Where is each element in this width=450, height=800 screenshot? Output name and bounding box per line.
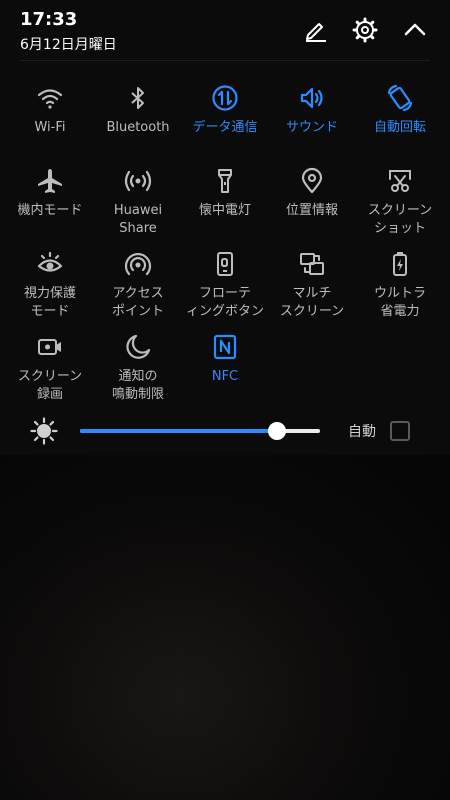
edit-button[interactable]	[300, 15, 330, 45]
tile-screen-record[interactable]: スクリーン 録画	[6, 332, 94, 404]
sound-icon	[297, 83, 327, 113]
auto-brightness-checkbox[interactable]	[390, 421, 410, 441]
wifi-icon	[35, 83, 65, 113]
tile-floating-dock[interactable]: フローテ ィングボタン	[181, 249, 269, 321]
tile-label: NFC	[211, 369, 239, 384]
brightness-slider-thumb[interactable]	[267, 422, 286, 440]
tile-airplane-mode[interactable]: 機内モード	[6, 166, 94, 220]
tile-label: マルチ スクリーン	[279, 286, 345, 319]
floating-dock-icon	[210, 249, 240, 279]
screenshot-icon	[385, 166, 415, 196]
brightness-slider-fill	[80, 429, 277, 433]
tile-label: Huawei Share	[113, 203, 163, 236]
settings-button[interactable]	[350, 15, 380, 45]
date-label: 6月12日月曜日	[20, 37, 117, 53]
tile-sound[interactable]: サウンド	[268, 83, 356, 137]
tile-auto-rotate[interactable]: 自動回転	[356, 83, 444, 137]
tile-ultra-power-saving[interactable]: ウルトラ 省電力	[356, 249, 444, 321]
mobile-data-icon	[210, 83, 240, 113]
tile-wifi[interactable]: Wi-Fi	[6, 83, 94, 137]
tile-label: データ通信	[192, 120, 258, 135]
auto-rotate-icon	[385, 83, 415, 113]
eye-comfort-icon	[35, 249, 65, 279]
tile-label: 懐中電灯	[198, 203, 251, 218]
tile-label: 機内モード	[17, 203, 83, 218]
tile-label: スクリーン ショット	[367, 203, 433, 236]
clock-time: 17:33	[20, 9, 78, 30]
huawei-share-icon	[123, 166, 153, 196]
bluetooth-icon	[123, 83, 153, 113]
tile-nfc[interactable]: NFC	[181, 332, 269, 386]
settings-gear-icon	[352, 17, 378, 43]
header-divider	[20, 60, 430, 61]
tile-label: Bluetooth	[106, 120, 170, 135]
multi-screen-icon	[297, 249, 327, 279]
tile-screenshot[interactable]: スクリーン ショット	[356, 166, 444, 238]
nfc-icon	[210, 332, 240, 362]
tile-mobile-data[interactable]: データ通信	[181, 83, 269, 137]
tile-location[interactable]: 位置情報	[268, 166, 356, 220]
quick-settings-panel: 17:33 6月12日月曜日 Wi-Fi Bluetooth データ通信 サウン…	[0, 0, 450, 455]
tile-huawei-share[interactable]: Huawei Share	[94, 166, 182, 238]
tile-bluetooth[interactable]: Bluetooth	[94, 83, 182, 137]
tile-label: サウンド	[285, 120, 338, 135]
hotspot-icon	[123, 249, 153, 279]
tile-label: スクリーン 録画	[17, 369, 83, 402]
tile-label: 自動回転	[373, 120, 426, 135]
brightness-sun-icon	[30, 417, 58, 445]
background-dimmed-area	[0, 455, 450, 800]
ultra-power-saving-icon	[385, 249, 415, 279]
flashlight-icon	[210, 166, 240, 196]
collapse-chevron-up-icon	[404, 23, 426, 36]
tile-label: フローテ ィングボタン	[185, 286, 264, 319]
collapse-button[interactable]	[400, 15, 430, 45]
airplane-icon	[35, 166, 65, 196]
tile-do-not-disturb[interactable]: 通知の 鳴動制限	[94, 332, 182, 404]
tile-hotspot[interactable]: アクセス ポイント	[94, 249, 182, 321]
auto-brightness-label: 自動	[348, 424, 376, 440]
tile-label: アクセス ポイント	[111, 286, 164, 319]
tile-label: Wi-Fi	[34, 120, 66, 135]
tile-label: 視力保護 モード	[23, 286, 76, 319]
tile-label: 位置情報	[285, 203, 338, 218]
screen-record-icon	[35, 332, 65, 362]
tile-label: 通知の 鳴動制限	[111, 369, 164, 402]
tile-eye-comfort[interactable]: 視力保護 モード	[6, 249, 94, 321]
brightness-row: 自動	[0, 410, 450, 450]
do-not-disturb-icon	[123, 332, 153, 362]
tile-label: ウルトラ 省電力	[373, 286, 426, 319]
tile-flashlight[interactable]: 懐中電灯	[181, 166, 269, 220]
edit-icon	[306, 23, 326, 42]
brightness-slider[interactable]	[80, 422, 320, 440]
tile-multi-screen[interactable]: マルチ スクリーン	[268, 249, 356, 321]
location-icon	[297, 166, 327, 196]
